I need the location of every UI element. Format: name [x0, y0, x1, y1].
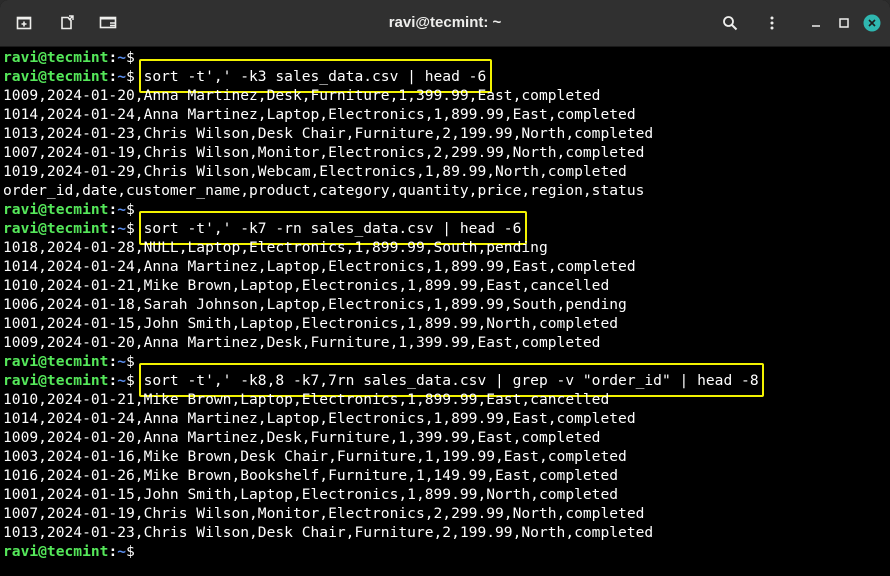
output-text: 1003,2024-01-16,Mike Brown,Desk Chair,Fu…: [3, 448, 627, 465]
output-line: 1007,2024-01-19,Chris Wilson,Monitor,Ele…: [3, 504, 890, 523]
output-line: 1014,2024-01-24,Anna Martinez,Laptop,Ele…: [3, 257, 890, 276]
output-text: 1014,2024-01-24,Anna Martinez,Laptop,Ele…: [3, 106, 636, 123]
prompt-user: ravi@tecmint: [3, 372, 109, 389]
output-text: 1010,2024-01-21,Mike Brown,Laptop,Electr…: [3, 277, 610, 294]
output-line: 1019,2024-01-29,Chris Wilson,Webcam,Elec…: [3, 162, 890, 181]
prompt-separator: :: [108, 49, 118, 66]
prompt-separator: :: [108, 353, 118, 370]
output-line: 1009,2024-01-20,Anna Martinez,Desk,Furni…: [3, 86, 890, 105]
output-text: 1009,2024-01-20,Anna Martinez,Desk,Furni…: [3, 334, 601, 351]
prompt-dollar: $: [126, 543, 135, 560]
prompt-path: ~: [117, 49, 127, 66]
prompt-dollar: $: [126, 201, 135, 218]
output-line: 1010,2024-01-21,Mike Brown,Laptop,Electr…: [3, 390, 890, 409]
output-line: 1003,2024-01-16,Mike Brown,Desk Chair,Fu…: [3, 447, 890, 466]
prompt-line: ravi@tecmint:~$: [3, 48, 890, 67]
output-line: 1013,2024-01-23,Chris Wilson,Desk Chair,…: [3, 124, 890, 143]
prompt-user: ravi@tecmint: [3, 543, 109, 560]
output-text: 1014,2024-01-24,Anna Martinez,Laptop,Ele…: [3, 410, 636, 427]
output-text: 1007,2024-01-19,Chris Wilson,Monitor,Ele…: [3, 144, 645, 161]
new-tab-icon[interactable]: [12, 11, 36, 35]
output-text: 1016,2024-01-26,Mike Brown,Bookshelf,Fur…: [3, 467, 619, 484]
output-text: 1013,2024-01-23,Chris Wilson,Desk Chair,…: [3, 125, 654, 142]
prompt-path: ~: [117, 68, 127, 85]
output-line: 1009,2024-01-20,Anna Martinez,Desk,Furni…: [3, 428, 890, 447]
output-line: 1014,2024-01-24,Anna Martinez,Laptop,Ele…: [3, 105, 890, 124]
prompt-dollar: $: [126, 353, 135, 370]
screen-icon[interactable]: [96, 11, 120, 35]
prompt-line: ravi@tecmint:~$ sort -t',' -k7 -rn sales_…: [3, 211, 890, 245]
output-line: 1014,2024-01-24,Anna Martinez,Laptop,Ele…: [3, 409, 890, 428]
prompt-path: ~: [117, 201, 127, 218]
command-text: sort -t',' -k8,8 -k7,7rn sales_data.csv …: [143, 372, 759, 389]
output-text: 1007,2024-01-19,Chris Wilson,Monitor,Ele…: [3, 505, 645, 522]
output-line: 1007,2024-01-19,Chris Wilson,Monitor,Ele…: [3, 143, 890, 162]
output-line: 1018,2024-01-28,NULL,Laptop,Electronics,…: [3, 238, 890, 257]
prompt-path: ~: [117, 543, 127, 560]
prompt-user: ravi@tecmint: [3, 201, 109, 218]
output-text: 1013,2024-01-23,Chris Wilson,Desk Chair,…: [3, 524, 654, 541]
output-text: 1018,2024-01-28,NULL,Laptop,Electronics,…: [3, 239, 548, 256]
terminal-window: ravi@tecmint: ~ ravi@tecmint:~$ ravi@tecm…: [0, 0, 890, 576]
search-icon[interactable]: [718, 11, 742, 35]
prompt-separator: :: [108, 68, 118, 85]
prompt-line: ravi@tecmint:~$: [3, 542, 890, 561]
output-text: 1001,2024-01-15,John Smith,Laptop,Electr…: [3, 486, 619, 503]
output-line: order_id,date,customer_name,product,cate…: [3, 181, 890, 200]
output-text: 1009,2024-01-20,Anna Martinez,Desk,Furni…: [3, 429, 601, 446]
prompt-dollar: $: [126, 372, 135, 389]
prompt-line: ravi@tecmint:~$: [3, 352, 890, 371]
prompt-separator: :: [108, 372, 118, 389]
output-line: 1006,2024-01-18,Sarah Johnson,Laptop,Ele…: [3, 295, 890, 314]
maximize-icon[interactable]: [832, 11, 856, 35]
output-line: 1010,2024-01-21,Mike Brown,Laptop,Electr…: [3, 276, 890, 295]
prompt-dollar: $: [126, 220, 135, 237]
output-text: 1019,2024-01-29,Chris Wilson,Webcam,Elec…: [3, 163, 627, 180]
output-text: 1009,2024-01-20,Anna Martinez,Desk,Furni…: [3, 87, 601, 104]
prompt-user: ravi@tecmint: [3, 220, 109, 237]
detach-tab-icon[interactable]: [55, 11, 79, 35]
output-text: 1014,2024-01-24,Anna Martinez,Laptop,Ele…: [3, 258, 636, 275]
prompt-line: ravi@tecmint:~$: [3, 200, 890, 219]
prompt-dollar: $: [126, 49, 135, 66]
prompt-path: ~: [117, 353, 127, 370]
output-line: 1013,2024-01-23,Chris Wilson,Desk Chair,…: [3, 523, 890, 542]
output-line: 1001,2024-01-15,John Smith,Laptop,Electr…: [3, 485, 890, 504]
prompt-separator: :: [108, 220, 118, 237]
prompt-dollar: $: [126, 68, 135, 85]
output-text: 1010,2024-01-21,Mike Brown,Laptop,Electr…: [3, 391, 610, 408]
output-text: 1006,2024-01-18,Sarah Johnson,Laptop,Ele…: [3, 296, 627, 313]
prompt-line: ravi@tecmint:~$ sort -t',' -k8,8 -k7,7rn …: [3, 363, 890, 397]
window-title: ravi@tecmint: ~: [388, 14, 502, 31]
prompt-user: ravi@tecmint: [3, 68, 109, 85]
output-line: 1001,2024-01-15,John Smith,Laptop,Electr…: [3, 314, 890, 333]
prompt-path: ~: [117, 372, 127, 389]
menu-icon[interactable]: [760, 11, 784, 35]
output-line: 1016,2024-01-26,Mike Brown,Bookshelf,Fur…: [3, 466, 890, 485]
prompt-line: ravi@tecmint:~$ sort -t',' -k3 sales_data…: [3, 59, 890, 93]
title-bar: ravi@tecmint: ~: [0, 0, 890, 47]
prompt-separator: :: [108, 543, 118, 560]
prompt-separator: :: [108, 201, 118, 218]
close-icon[interactable]: [860, 11, 884, 35]
output-text: order_id,date,customer_name,product,cate…: [3, 182, 645, 199]
terminal-output[interactable]: ravi@tecmint:~$ ravi@tecmint:~$ sort -t','…: [0, 47, 890, 576]
minimize-icon[interactable]: [804, 11, 828, 35]
prompt-user: ravi@tecmint: [3, 353, 109, 370]
prompt-path: ~: [117, 220, 127, 237]
command-text: sort -t',' -k7 -rn sales_data.csv | head…: [143, 220, 522, 237]
output-text: 1001,2024-01-15,John Smith,Laptop,Electr…: [3, 315, 619, 332]
command-text: sort -t',' -k3 sales_data.csv | head -6: [143, 68, 487, 85]
output-line: 1009,2024-01-20,Anna Martinez,Desk,Furni…: [3, 333, 890, 352]
prompt-user: ravi@tecmint: [3, 49, 109, 66]
